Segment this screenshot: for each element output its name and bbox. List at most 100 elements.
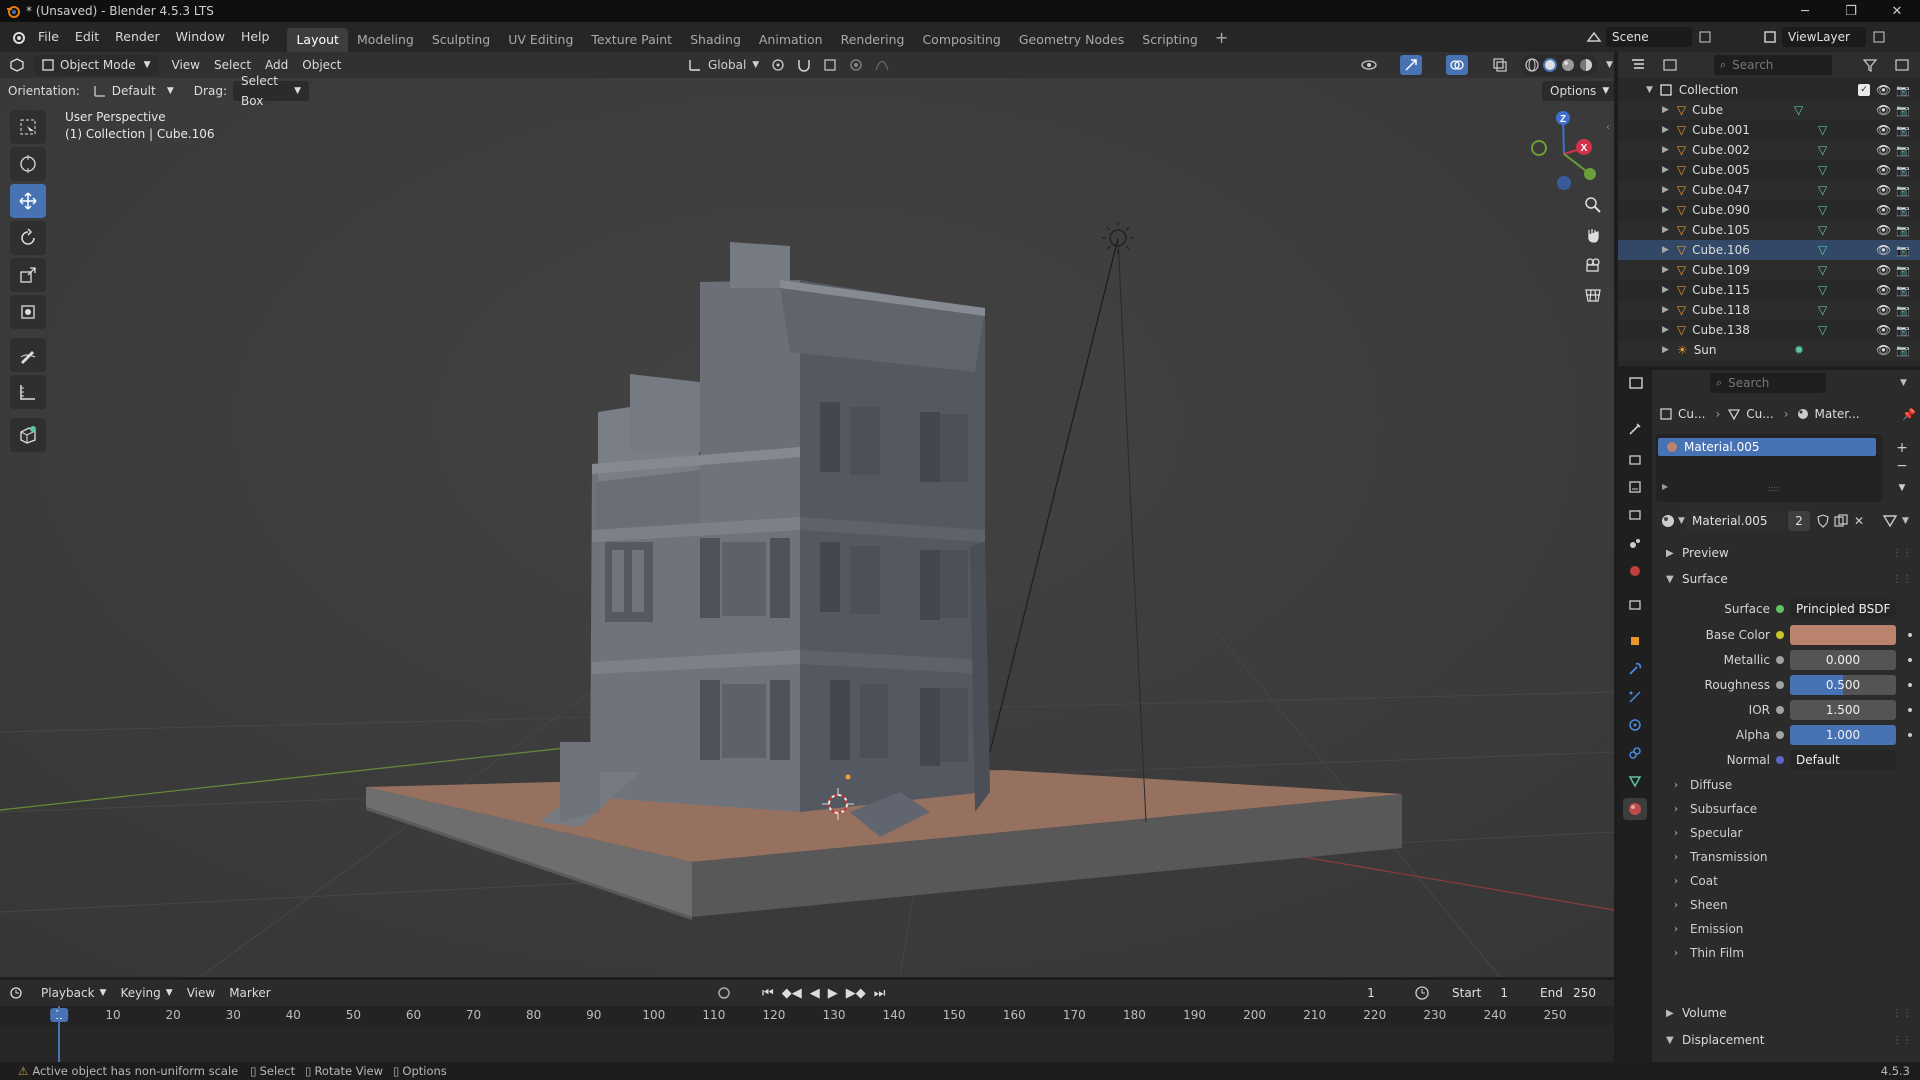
menu-help[interactable]: Help — [233, 22, 278, 52]
new-collection-icon[interactable] — [1894, 57, 1910, 73]
expand-chevron-icon[interactable]: ▶ — [1662, 325, 1669, 335]
drag-handle-icon[interactable]: ⋮⋮ — [1892, 1008, 1912, 1019]
socket-dot-icon[interactable] — [1776, 631, 1784, 639]
socket-dot-icon[interactable] — [1776, 681, 1784, 689]
add-cube-tool[interactable] — [10, 418, 46, 452]
visibility-eye-icon[interactable]: 👁 — [1876, 103, 1891, 117]
maximize-button[interactable]: ❐ — [1828, 0, 1874, 22]
transform-tool[interactable] — [10, 295, 46, 329]
outliner-item[interactable]: ▶ ▽ Cube ▽ 👁 📷 — [1618, 100, 1920, 120]
render-camera-icon[interactable]: 📷 — [1896, 124, 1910, 137]
tab-modeling[interactable]: Modeling — [348, 28, 423, 52]
view-layer-tab-icon[interactable] — [1623, 504, 1647, 526]
properties-editor-type-icon[interactable] — [1628, 375, 1644, 391]
snap-target-icon[interactable] — [822, 57, 838, 73]
outliner-item[interactable]: ▶ ▽ Cube.002 ▽ 👁 📷 — [1618, 140, 1920, 160]
render-camera-icon[interactable]: 📷 — [1896, 304, 1910, 317]
render-camera-icon[interactable]: 📷 — [1896, 344, 1910, 357]
drag-handle-icon[interactable]: ⋮⋮ — [1892, 574, 1912, 585]
material-tab-icon[interactable] — [1623, 798, 1647, 820]
timeline-menu-playback[interactable]: Playback ▼ — [34, 982, 113, 1004]
outliner-item[interactable]: ▶ ▽ Cube.115 ▽ 👁 📷 — [1618, 280, 1920, 300]
render-camera-icon[interactable]: 📷 — [1896, 204, 1910, 217]
scene-tab-icon[interactable] — [1623, 532, 1647, 554]
preview-section-header[interactable]: ▶ Preview ⋮⋮ — [1652, 542, 1920, 564]
expand-chevron-icon[interactable]: ▶ — [1662, 345, 1669, 355]
material-slot-list[interactable]: Material.005 ▶ :::: — [1656, 434, 1882, 502]
render-camera-icon[interactable]: 📷 — [1896, 244, 1910, 257]
base-color-swatch[interactable] — [1790, 625, 1896, 645]
breadcrumb-object[interactable]: Cu... — [1678, 407, 1705, 421]
outliner-search-input[interactable]: ⌕ Search — [1714, 55, 1832, 75]
minimize-button[interactable]: ─ — [1782, 0, 1828, 22]
unlink-material-icon[interactable]: ✕ — [1854, 514, 1864, 528]
render-camera-icon[interactable]: 📷 — [1896, 184, 1910, 197]
outliner-item[interactable]: ▶ ▽ Cube.047 ▽ 👁 📷 — [1618, 180, 1920, 200]
menu-file[interactable]: File — [30, 22, 67, 52]
preview-range-icon[interactable] — [1414, 985, 1430, 1001]
annotate-tool[interactable] — [10, 338, 46, 372]
collection-checkbox[interactable]: ✓ — [1858, 84, 1870, 96]
tab-scripting[interactable]: Scripting — [1133, 28, 1207, 52]
particles-tab-icon[interactable] — [1623, 686, 1647, 708]
render-camera-icon[interactable]: 📷 — [1896, 104, 1910, 117]
expand-chevron-icon[interactable]: ▶ — [1662, 305, 1669, 315]
slot-specials-chevron-icon[interactable]: ▼ — [1894, 480, 1910, 496]
material-name-field[interactable]: Material.005 — [1686, 511, 1786, 531]
expand-chevron-icon[interactable]: ▶ — [1662, 482, 1668, 491]
filter-icon[interactable] — [1862, 57, 1878, 73]
visibility-eye-icon[interactable]: 👁 — [1876, 263, 1891, 277]
visibility-eye-icon[interactable]: 👁 — [1876, 83, 1891, 97]
editor-type-icon[interactable] — [0, 58, 34, 72]
close-window-button[interactable]: ✕ — [1874, 0, 1920, 22]
timeline-menu-view[interactable]: View — [180, 982, 222, 1004]
render-camera-icon[interactable]: 📷 — [1896, 164, 1910, 177]
expand-chevron-icon[interactable]: ▶ — [1662, 225, 1669, 235]
outliner-item[interactable]: ▶ ▽ Cube.138 ▽ 👁 📷 — [1618, 320, 1920, 340]
roughness-slider[interactable]: 0.500 — [1790, 675, 1896, 695]
expand-chevron-icon[interactable]: ▶ — [1662, 245, 1669, 255]
render-camera-icon[interactable]: 📷 — [1896, 224, 1910, 237]
viewport-scene[interactable]: Z X — [0, 52, 1614, 977]
snap-magnet-icon[interactable] — [796, 57, 812, 73]
jump-to-end-icon[interactable]: ⏭ — [874, 986, 886, 1001]
outliner-item[interactable]: ▶ ▽ Cube.090 ▽ 👁 📷 — [1618, 200, 1920, 220]
constraints-tab-icon[interactable] — [1623, 742, 1647, 764]
3d-viewport[interactable]: Z X Object Mode ▼ View Select Add Object Gl… — [0, 52, 1614, 977]
display-mode-icon[interactable] — [1662, 57, 1678, 73]
render-camera-icon[interactable]: 📷 — [1896, 84, 1910, 97]
surface-section-header[interactable]: ▼ Surface ⋮⋮ — [1652, 568, 1920, 590]
drag-dropdown[interactable]: Select Box ▼ — [232, 74, 309, 108]
socket-dot-icon[interactable] — [1776, 756, 1784, 764]
jump-to-start-icon[interactable]: ⏮ — [762, 986, 774, 1001]
play-icon[interactable]: ▶ — [828, 986, 838, 1001]
expand-chevron-icon[interactable]: ▶ — [1662, 205, 1669, 215]
render-camera-icon[interactable]: 📷 — [1896, 324, 1910, 337]
tab-uv-editing[interactable]: UV Editing — [499, 28, 582, 52]
socket-dot-icon[interactable] — [1776, 731, 1784, 739]
menu-render[interactable]: Render — [107, 22, 168, 52]
pivot-point-icon[interactable] — [770, 57, 786, 73]
scale-tool[interactable] — [10, 258, 46, 292]
keyframe-dot-icon[interactable] — [1908, 733, 1912, 737]
solid-shading-icon[interactable] — [1542, 57, 1558, 73]
blender-menu-icon[interactable] — [6, 22, 30, 52]
link-mode-icon[interactable] — [1882, 513, 1898, 529]
subpanel-thin-film[interactable]: › Thin Film — [1652, 942, 1920, 964]
visibility-eye-icon[interactable]: 👁 — [1876, 183, 1891, 197]
xray-toggle-icon[interactable] — [1492, 57, 1508, 73]
subpanel-subsurface[interactable]: › Subsurface — [1652, 798, 1920, 820]
outliner-item[interactable]: ▶ ☀ Sun ✹ 👁 📷 — [1618, 340, 1920, 360]
outliner-item[interactable]: ▶ ▽ Cube.105 ▽ 👁 📷 — [1618, 220, 1920, 240]
select-box-tool[interactable] — [10, 110, 46, 144]
timeline-editor-type-icon[interactable] — [0, 986, 34, 1000]
expand-chevron-icon[interactable]: ▶ — [1662, 105, 1669, 115]
visibility-eye-icon[interactable]: 👁 — [1876, 303, 1891, 317]
transform-orientation-dropdown[interactable]: Global ▼ — [688, 58, 759, 72]
collection-row[interactable]: ▼ Collection ✓ 👁 📷 — [1618, 80, 1920, 100]
expand-chevron-icon[interactable]: ▶ — [1662, 165, 1669, 175]
ior-slider[interactable]: 1.500 — [1790, 700, 1896, 720]
volume-section-header[interactable]: ▶ Volume ⋮⋮ — [1652, 1002, 1920, 1024]
drag-handle-icon[interactable]: ⋮⋮ — [1892, 548, 1912, 559]
rotate-tool[interactable] — [10, 221, 46, 255]
